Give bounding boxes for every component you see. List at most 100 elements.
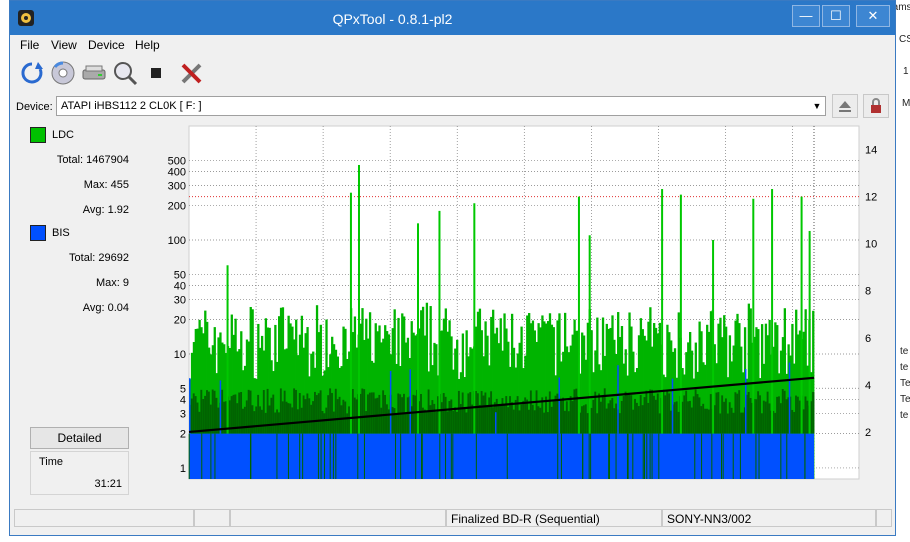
bis-spike (617, 365, 619, 434)
x-tick-10: 10 GB (442, 484, 473, 485)
y-left-tick-4: 4 (180, 394, 186, 406)
bis-total-label: Total: (69, 252, 96, 264)
menu-view[interactable]: View (51, 38, 77, 52)
scan-icon (114, 62, 138, 86)
bis-spike (495, 412, 497, 434)
chevron-down-icon[interactable]: ▼ (809, 97, 825, 115)
y-left-tick-3: 3 (180, 409, 186, 421)
status-bar: Finalized BD-R (Sequential) SONY-NN3/002 (10, 507, 895, 529)
refresh-button[interactable] (18, 59, 46, 87)
bis-legend-label: BIS (52, 227, 70, 239)
maximize-button[interactable]: ☐ (822, 5, 850, 27)
menu-help[interactable]: Help (135, 38, 160, 52)
bis-spike (788, 362, 791, 434)
x-tick-5: 5 GB (311, 484, 336, 485)
y-left-tick-10: 10 (174, 349, 186, 361)
bis-spike (409, 369, 411, 434)
time-box: Time 31:21 (30, 451, 129, 495)
eject-button[interactable] (832, 94, 858, 118)
ldc-peak-0 (357, 164, 360, 479)
lock-icon (871, 98, 881, 113)
stop-icon (151, 68, 161, 78)
y-left-tick-300: 300 (168, 181, 186, 193)
disc-info-icon (51, 61, 75, 85)
x-tick-15: 15 GB (576, 484, 607, 485)
background-text-4: M (902, 98, 910, 109)
ldc-legend-label: LDC (52, 129, 75, 141)
y-right-tick-14: 14 (865, 145, 877, 157)
stop-button[interactable] (142, 59, 170, 87)
lock-button[interactable] (863, 94, 889, 118)
bis-total-value: 29692 (98, 252, 129, 264)
x-tick-20: 20 GB (710, 484, 741, 485)
y-left-tick-2: 2 (180, 429, 186, 441)
bis-max-value: 9 (122, 277, 129, 289)
background-text-6: te (900, 362, 909, 373)
y-right-tick-10: 10 (865, 239, 877, 251)
quality-scan-chart: 1234510203040501002003004005002468101214… (168, 125, 877, 485)
bis-color-swatch (30, 225, 46, 241)
ldc-avg: Avg: 1.92 (83, 204, 129, 216)
y-left-tick-200: 200 (168, 201, 186, 213)
background-text-3: 1 (903, 66, 909, 77)
bis-max: Max: 9 (96, 277, 129, 289)
y-left-tick-30: 30 (174, 295, 186, 307)
drive-button[interactable] (80, 59, 108, 87)
status-cell-3: Finalized BD-R (Sequential) (446, 509, 662, 527)
y-right-tick-4: 4 (865, 380, 871, 392)
ldc-total-value: 1467904 (86, 154, 129, 166)
y-left-tick-400: 400 (168, 166, 186, 178)
bis-max-label: Max: (95, 277, 120, 289)
time-value: 31:21 (94, 478, 122, 490)
disc-info-button[interactable] (49, 59, 77, 87)
ldc-total: Total: 1467904 (57, 154, 129, 166)
device-value: ATAPI iHBS112 2 CL0K [ F: ] (61, 100, 202, 112)
bis-spike (745, 369, 747, 434)
drive-icon (82, 65, 106, 80)
time-label: Time (39, 456, 64, 468)
y-left-tick-1: 1 (180, 463, 186, 475)
close-button[interactable]: ✕ (856, 5, 890, 27)
y-left-tick-20: 20 (174, 315, 186, 327)
bis-spike (219, 380, 222, 434)
status-cell-5 (876, 509, 892, 527)
menu-file[interactable]: File (20, 38, 39, 52)
y-right-tick-2: 2 (865, 427, 871, 439)
ldc-avg-value: 1.92 (107, 204, 129, 216)
menu-bar: File View Device Help (10, 35, 895, 55)
y-left-tick-50: 50 (174, 269, 186, 281)
bis-area (189, 433, 814, 479)
bis-spike (671, 378, 674, 434)
y-right-tick-12: 12 (865, 192, 877, 204)
detailed-button[interactable]: Detailed (30, 427, 129, 449)
minimize-button[interactable]: — (792, 5, 820, 27)
title-bar[interactable]: QPxTool - 0.8.1-pl2 — ☐ ✕ (10, 1, 895, 35)
y-right-tick-8: 8 (865, 286, 871, 298)
status-cell-4: SONY-NN3/002 (662, 509, 876, 527)
window-title: QPxTool - 0.8.1-pl2 (332, 11, 453, 27)
bis-avg-label: Avg: (82, 302, 105, 314)
device-row: Device: ATAPI iHBS112 2 CL0K [ F: ] ▼ (10, 93, 895, 121)
background-text-7: Te (900, 378, 910, 389)
bis-total: Total: 29692 (69, 252, 129, 264)
settings-tools-button[interactable] (178, 59, 206, 87)
status-cell-0 (14, 509, 194, 527)
bis-avg: Avg: 0.04 (83, 302, 129, 314)
background-text-9: te (900, 410, 909, 421)
bis-spike (558, 377, 561, 434)
status-cell-1 (194, 509, 230, 527)
bis-avg-value: 0.04 (107, 302, 129, 314)
status-cell-2 (230, 509, 446, 527)
scan-button[interactable] (111, 59, 139, 87)
ldc-avg-label: Avg: (82, 204, 105, 216)
y-left-tick-5: 5 (180, 383, 186, 395)
ldc-max: Max: 455 (84, 179, 129, 191)
background-text-8: Te (900, 394, 910, 405)
device-select[interactable]: ATAPI iHBS112 2 CL0K [ F: ] ▼ (56, 96, 826, 116)
qpxtool-window: QPxTool - 0.8.1-pl2 — ☐ ✕ File View Device… (9, 0, 896, 536)
background-text-5: te (900, 346, 909, 357)
ldc-dark-bar (812, 391, 815, 434)
bis-spike (189, 378, 191, 434)
menu-device[interactable]: Device (88, 38, 125, 52)
ldc-total-label: Total: (56, 154, 84, 166)
